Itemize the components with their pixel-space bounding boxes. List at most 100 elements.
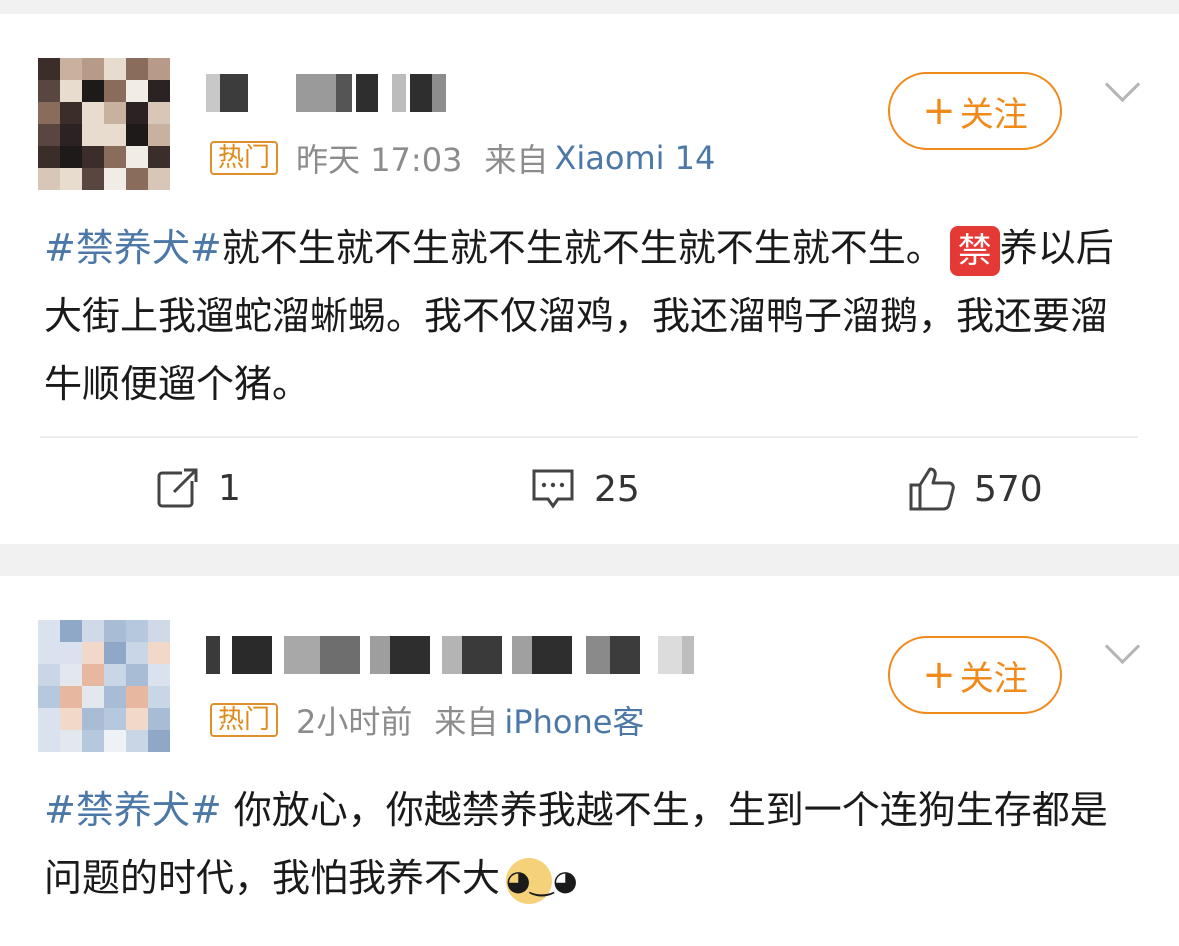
avatar-mosaic-tile [126, 708, 148, 730]
avatar-mosaic-tile [148, 708, 170, 730]
avatar-mosaic-tile [60, 664, 82, 686]
avatar-mosaic-tile [38, 58, 60, 80]
avatar-mosaic-tile [60, 708, 82, 730]
comment-count: 25 [594, 468, 640, 510]
like-button[interactable]: 570 [908, 466, 1043, 512]
avatar-mosaic-tile [38, 730, 60, 752]
username-blurred[interactable] [206, 74, 446, 112]
hashtag-link[interactable]: #禁养犬# [44, 788, 222, 832]
avatar-mosaic-tile [38, 102, 60, 124]
repost-icon [157, 467, 200, 508]
avatar-mosaic-tile [148, 642, 170, 664]
avatar-mosaic-tile [60, 642, 82, 664]
avatar-mosaic-tile [104, 686, 126, 708]
post-text: #禁养犬#就不生就不生就不生就不生就不生就不生。禁养以后大街上我遛蛇溜蜥蜴。我不… [44, 214, 1134, 418]
avatar-mosaic-tile [148, 730, 170, 752]
avatar-mosaic-tile [60, 146, 82, 168]
weibo-post-card: 热门 昨天 17:03 来自 Xiaomi 14 + 关注 #禁养犬#就不生就不… [0, 14, 1179, 544]
post-meta: 热门 昨天 17:03 来自 Xiaomi 14 [210, 136, 715, 180]
chevron-down-icon[interactable] [1104, 628, 1141, 665]
avatar-mosaic-tile [60, 168, 82, 190]
hot-badge: 热门 [210, 703, 279, 737]
avatar-mosaic-tile [148, 168, 170, 190]
comment-icon [532, 469, 574, 509]
avatar-mosaic-tile [82, 730, 104, 752]
thumbs-up-icon [909, 467, 955, 511]
source-device[interactable]: iPhone客 [504, 697, 644, 743]
plus-icon: + [922, 88, 956, 134]
post-time: 昨天 17:03 [296, 141, 463, 179]
avatar-mosaic-tile [82, 80, 104, 102]
avatar-mosaic-tile [60, 124, 82, 146]
avatar[interactable] [38, 620, 170, 752]
avatar-mosaic-tile [126, 642, 148, 664]
avatar-mosaic-tile [148, 146, 170, 168]
hashtag-link[interactable]: #禁养犬# [44, 226, 222, 270]
doge-emoji-icon: ◕‿◕ [506, 857, 577, 904]
hot-badge: 热门 [210, 141, 279, 175]
avatar-mosaic-tile [82, 102, 104, 124]
avatar-mosaic-tile [60, 80, 82, 102]
avatar-mosaic-tile [38, 124, 60, 146]
avatar-mosaic-tile [104, 102, 126, 124]
repost-button[interactable]: 1 [156, 466, 241, 510]
avatar-mosaic-tile [126, 686, 148, 708]
avatar-mosaic-tile [126, 168, 148, 190]
like-count: 570 [974, 468, 1043, 510]
post-meta: 热门 2小时前 来自 iPhone客 [210, 698, 644, 742]
avatar-mosaic-tile [126, 664, 148, 686]
repost-count: 1 [218, 467, 241, 509]
weibo-post-card: 热门 2小时前 来自 iPhone客 + 关注 #禁养犬# 你放心，你越禁养我越… [0, 576, 1179, 946]
chevron-down-icon[interactable] [1104, 66, 1141, 103]
follow-button-label: 关注 [959, 658, 1028, 699]
avatar-mosaic-tile [126, 102, 148, 124]
source-device[interactable]: Xiaomi 14 [554, 139, 715, 177]
avatar[interactable] [38, 58, 170, 190]
post-text: #禁养犬# 你放心，你越禁养我越不生，生到一个连狗生存都是问题的时代，我怕我养不… [44, 776, 1134, 912]
avatar-mosaic-tile [126, 58, 148, 80]
comment-button[interactable]: 25 [530, 466, 640, 512]
avatar-mosaic-tile [38, 80, 60, 102]
avatar-mosaic-tile [126, 124, 148, 146]
avatar-mosaic-tile [38, 686, 60, 708]
follow-button-label: 关注 [959, 94, 1028, 135]
avatar-mosaic-tile [148, 102, 170, 124]
avatar-mosaic-tile [148, 124, 170, 146]
source-label: 来自 [484, 141, 549, 179]
prohibited-emoji-icon: 禁 [949, 225, 1000, 276]
avatar-mosaic-tile [148, 664, 170, 686]
source-label: 来自 [434, 703, 499, 741]
avatar-mosaic-tile [126, 80, 148, 102]
avatar-mosaic-tile [60, 686, 82, 708]
avatar-mosaic-tile [104, 58, 126, 80]
avatar-mosaic-tile [104, 664, 126, 686]
follow-button[interactable]: + 关注 [888, 636, 1062, 714]
avatar-mosaic-tile [104, 708, 126, 730]
plus-icon: + [922, 652, 956, 698]
avatar-mosaic-tile [126, 620, 148, 642]
follow-button[interactable]: + 关注 [888, 72, 1062, 150]
avatar-mosaic-tile [38, 620, 60, 642]
avatar-mosaic-tile [82, 124, 104, 146]
avatar-mosaic-tile [38, 642, 60, 664]
divider [40, 436, 1138, 438]
avatar-mosaic-tile [38, 708, 60, 730]
avatar-mosaic-tile [148, 80, 170, 102]
avatar-mosaic-tile [148, 58, 170, 80]
avatar-mosaic-tile [82, 642, 104, 664]
username-blurred[interactable] [206, 636, 706, 674]
avatar-mosaic-tile [82, 58, 104, 80]
avatar-mosaic-tile [38, 146, 60, 168]
avatar-mosaic-tile [60, 620, 82, 642]
avatar-mosaic-tile [38, 168, 60, 190]
avatar-mosaic-tile [60, 102, 82, 124]
avatar-mosaic-tile [82, 664, 104, 686]
avatar-mosaic-tile [82, 620, 104, 642]
avatar-mosaic-tile [60, 730, 82, 752]
avatar-mosaic-tile [82, 708, 104, 730]
avatar-mosaic-tile [82, 146, 104, 168]
avatar-mosaic-tile [104, 168, 126, 190]
avatar-mosaic-tile [148, 686, 170, 708]
avatar-mosaic-tile [38, 664, 60, 686]
avatar-mosaic-tile [60, 58, 82, 80]
